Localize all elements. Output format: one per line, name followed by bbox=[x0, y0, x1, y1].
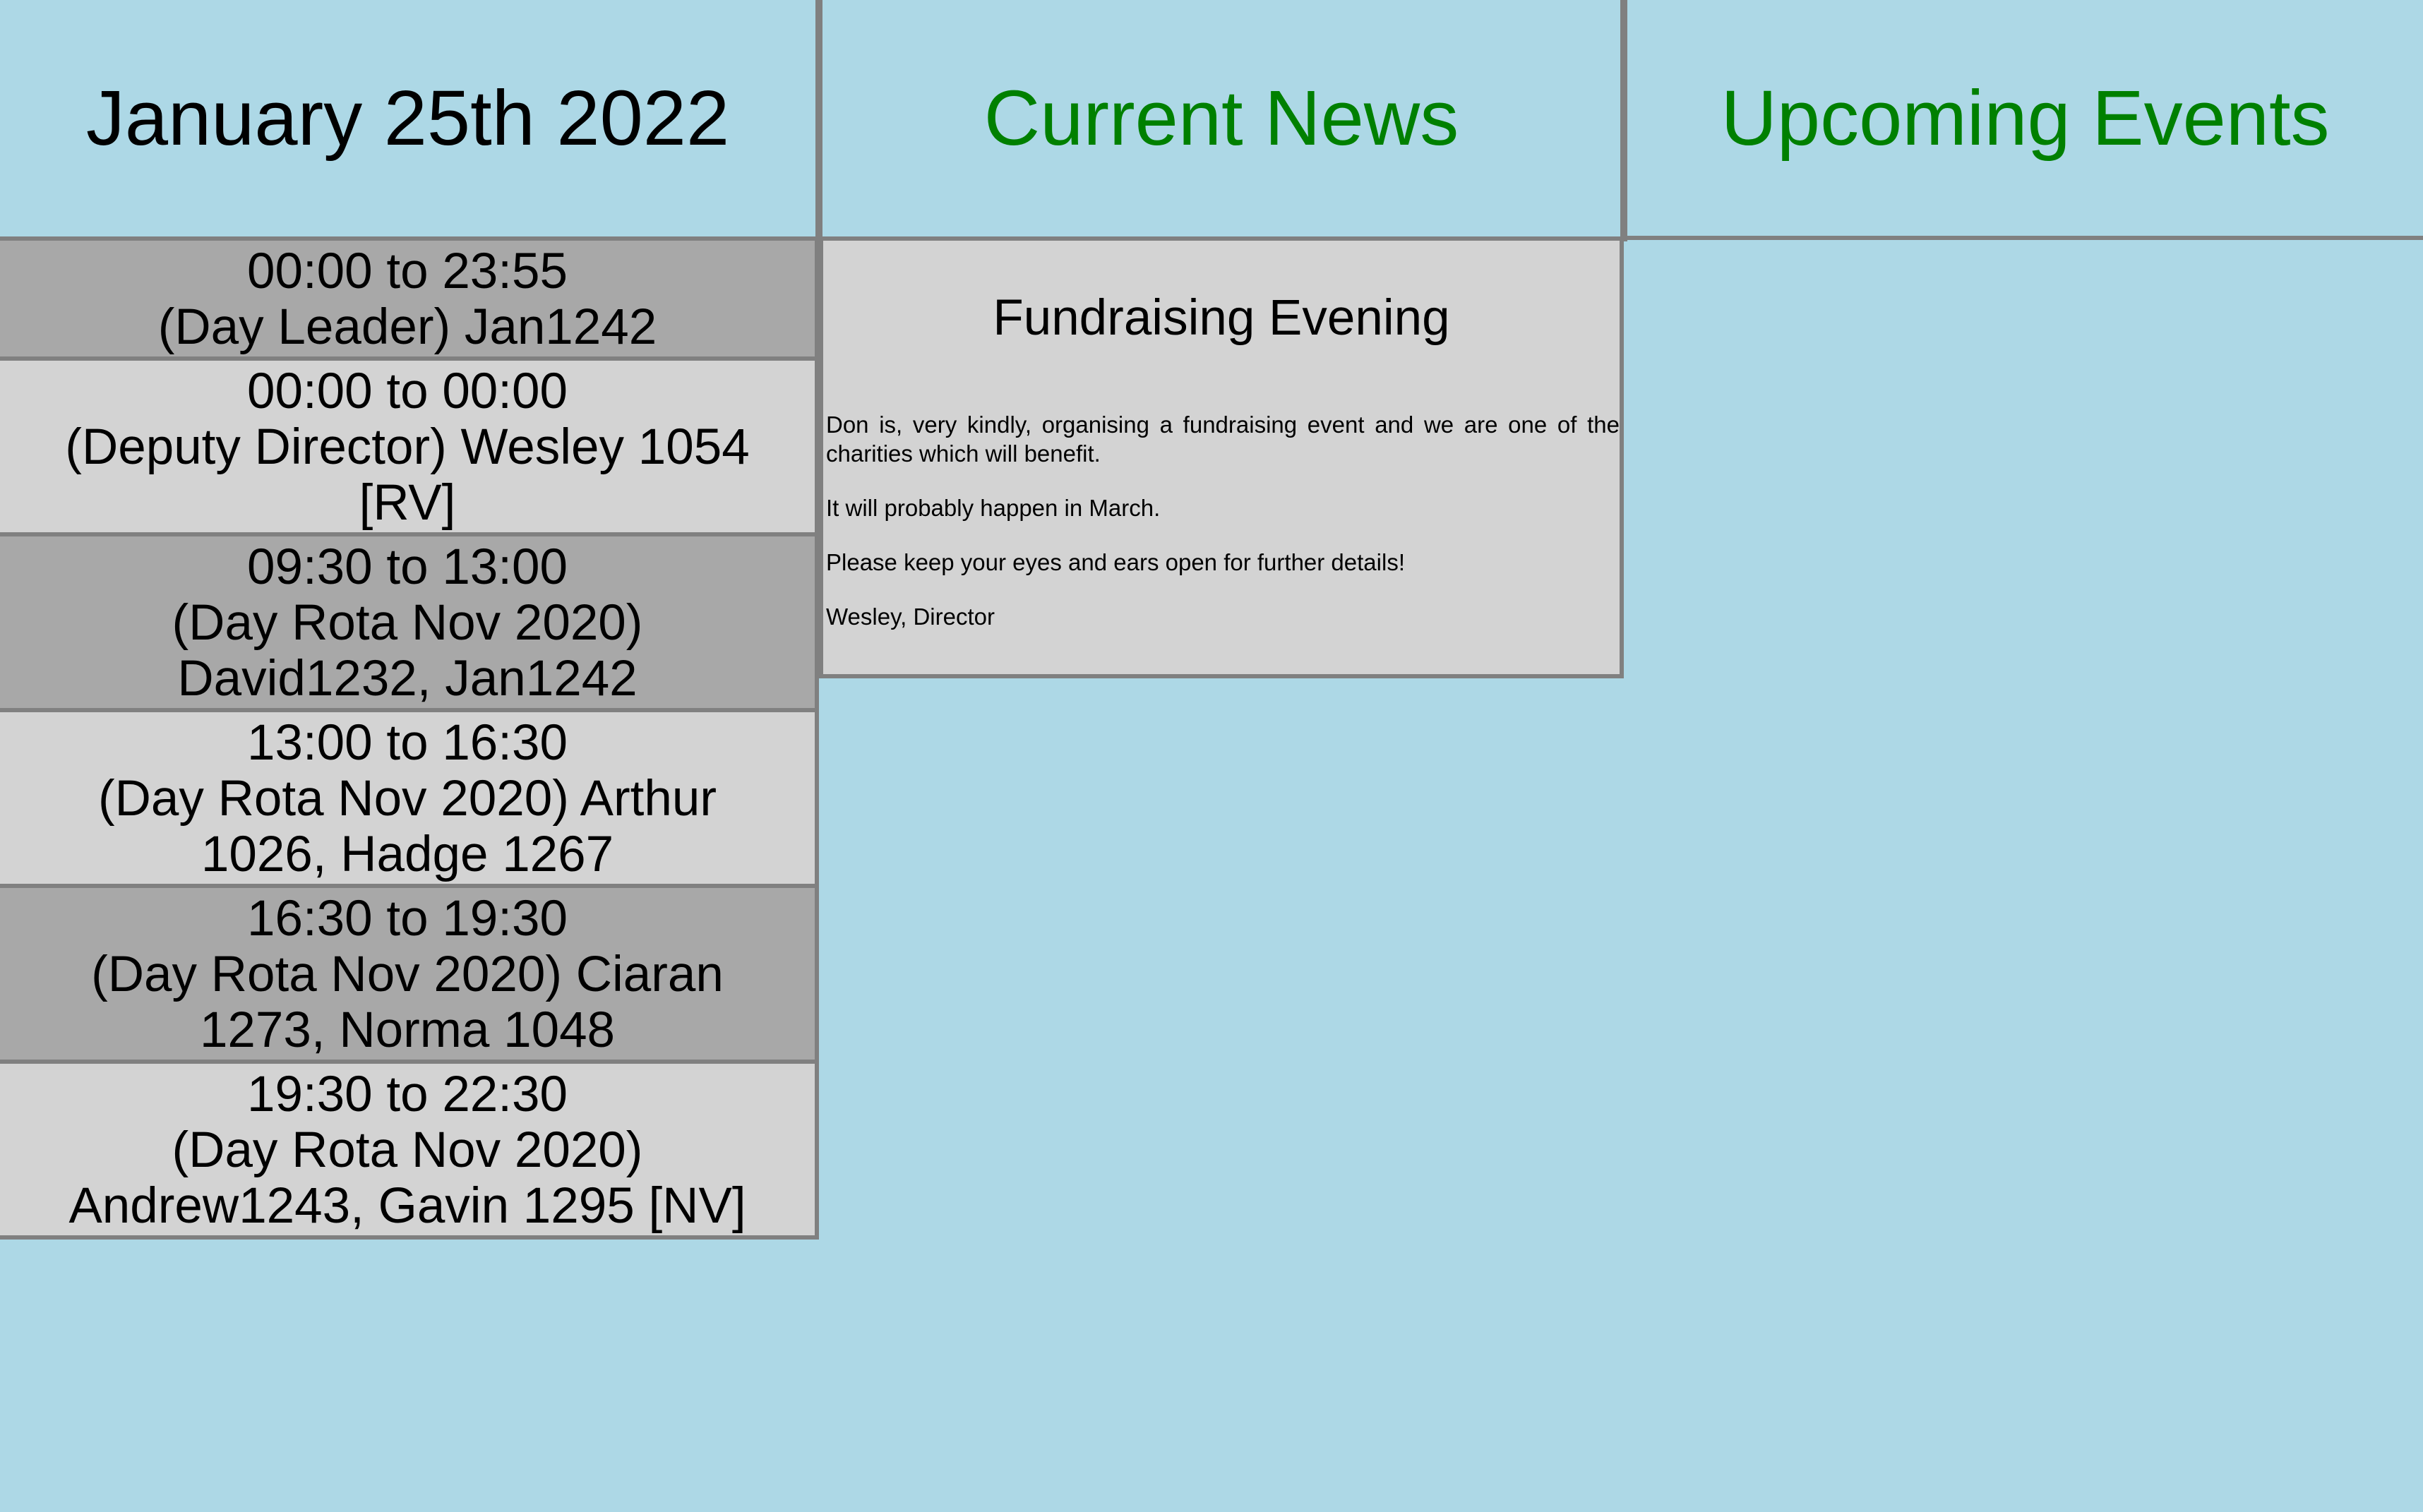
rota-item: 09:30 to 13:00 (Day Rota Nov 2020) David… bbox=[0, 536, 819, 712]
rota-item: 00:00 to 23:55 (Day Leader) Jan1242 bbox=[0, 236, 819, 361]
news-signature: Wesley, Director bbox=[826, 604, 995, 630]
rota-item: 00:00 to 00:00 (Deputy Director) Wesley … bbox=[0, 361, 819, 536]
column-divider bbox=[815, 0, 822, 241]
rota-time: 16:30 to 19:30 bbox=[246, 891, 568, 947]
news-body: Don is, very kindly, organising a fundra… bbox=[823, 410, 1620, 631]
rota-item: 16:30 to 19:30 (Day Rota Nov 2020) Ciara… bbox=[0, 888, 819, 1064]
upcoming-events-heading: Upcoming Events bbox=[1721, 74, 2330, 162]
column-divider bbox=[1620, 0, 1627, 241]
news-item: Fundraising Evening Don is, very kindly,… bbox=[819, 236, 1624, 678]
rota-item: 19:30 to 22:30 (Day Rota Nov 2020) Andre… bbox=[0, 1064, 819, 1240]
news-paragraph: Please keep your eyes and ears open for … bbox=[826, 549, 1405, 575]
news-paragraph: Don is, very kindly, organising a fundra… bbox=[826, 412, 1620, 467]
rota-item: 13:00 to 16:30 (Day Rota Nov 2020) Arthu… bbox=[0, 712, 819, 888]
rota-detail: (Day Leader) Jan1242 bbox=[157, 299, 657, 355]
date-heading: January 25th 2022 bbox=[85, 74, 730, 162]
rota-time: 09:30 to 13:00 bbox=[246, 539, 568, 595]
rota-detail: (Day Rota Nov 2020) David1232, Jan1242 bbox=[172, 595, 643, 707]
rota-detail: (Day Rota Nov 2020) Ciaran 1273, Norma 1… bbox=[91, 947, 724, 1058]
rota-time: 00:00 to 23:55 bbox=[246, 244, 568, 299]
news-paragraph: It will probably happen in March. bbox=[826, 495, 1161, 521]
rota-detail: (Day Rota Nov 2020) Andrew1243, Gavin 12… bbox=[68, 1122, 746, 1234]
rota-list: 00:00 to 23:55 (Day Leader) Jan1242 00:0… bbox=[0, 236, 819, 1240]
rota-time: 19:30 to 22:30 bbox=[246, 1067, 568, 1122]
rota-detail: (Deputy Director) Wesley 1054 [RV] bbox=[65, 419, 750, 531]
news-title: Fundraising Evening bbox=[993, 290, 1450, 346]
rota-time: 00:00 to 00:00 bbox=[246, 364, 568, 419]
current-news-heading: Current News bbox=[983, 74, 1459, 162]
rota-time: 13:00 to 16:30 bbox=[246, 715, 568, 771]
header-divider bbox=[1620, 236, 2423, 240]
rota-detail: (Day Rota Nov 2020) Arthur 1026, Hadge 1… bbox=[97, 771, 717, 882]
